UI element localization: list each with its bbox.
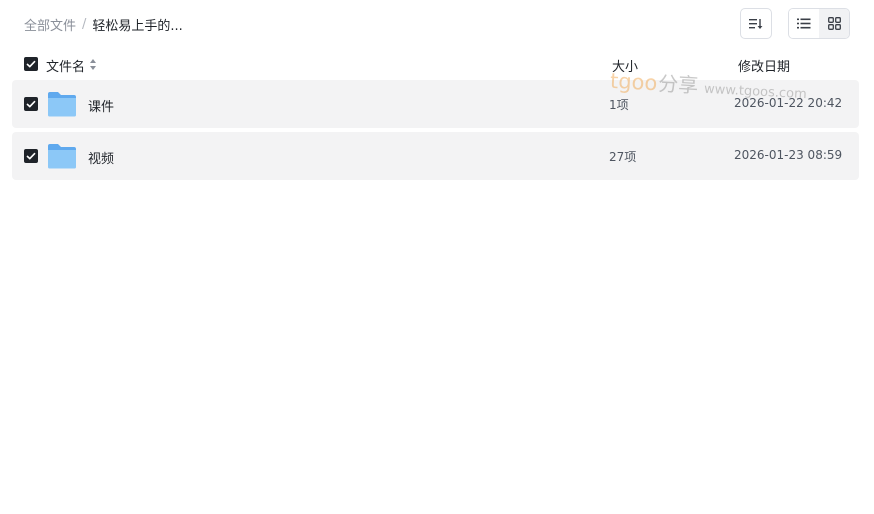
view-toggle — [788, 8, 850, 39]
file-modified-date: 2026-01-22 20:42 — [734, 96, 843, 110]
list-view-button[interactable] — [789, 9, 819, 38]
column-header-modified: 修改日期 — [738, 60, 791, 75]
table-row[interactable]: 课件 1项 2026-01-22 20:42 — [12, 80, 859, 128]
sort-icon — [749, 18, 763, 29]
breadcrumb: 全部文件 / 轻松易上手的... — [24, 15, 183, 34]
breadcrumb-separator: / — [82, 16, 87, 32]
file-name[interactable]: 课件 — [88, 96, 114, 115]
row-checkbox[interactable] — [24, 97, 38, 111]
list-view-icon — [797, 18, 811, 29]
grid-view-icon — [827, 17, 841, 30]
file-browser: 全部文件 / 轻松易上手的... 文件名 大小 修改日期 课件 1项 2026-… — [0, 0, 874, 514]
folder-icon — [48, 144, 76, 169]
file-name[interactable]: 视频 — [88, 148, 114, 167]
checkmark-icon — [26, 100, 36, 108]
file-size: 27项 — [609, 150, 637, 164]
row-checkbox[interactable] — [24, 149, 38, 163]
checkmark-icon — [26, 152, 36, 160]
sort-button[interactable] — [740, 8, 772, 39]
table-row[interactable]: 视频 27项 2026-01-23 08:59 — [12, 132, 859, 180]
column-header-name[interactable]: 文件名 — [46, 56, 85, 75]
sort-arrows-icon[interactable] — [90, 59, 96, 70]
folder-icon — [48, 92, 76, 117]
select-all-checkbox[interactable] — [24, 57, 38, 71]
file-modified-date: 2026-01-23 08:59 — [734, 148, 843, 162]
grid-view-button[interactable] — [819, 9, 849, 38]
file-size: 1项 — [609, 98, 629, 112]
column-header-size: 大小 — [612, 60, 639, 75]
breadcrumb-current: 轻松易上手的... — [92, 18, 183, 34]
table-header: 文件名 大小 修改日期 — [12, 50, 859, 78]
breadcrumb-root-link[interactable]: 全部文件 — [24, 15, 76, 34]
checkmark-icon — [26, 60, 36, 68]
